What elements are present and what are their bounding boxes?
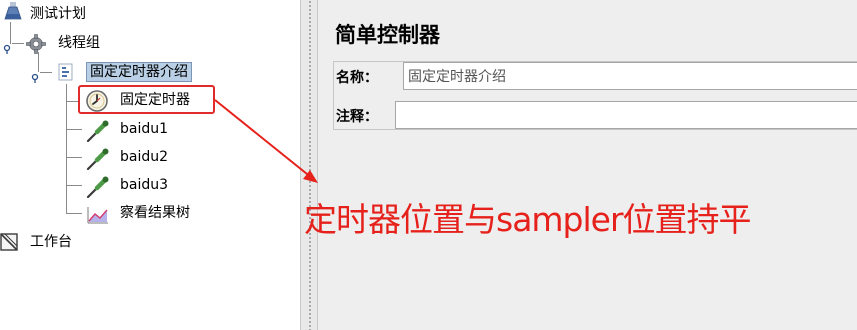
test-plan-tree[interactable]: 测试计划 线程组 固定定时器介绍 固定定时器 baidu1 baidu2 bai… [0, 0, 300, 330]
tree-node-sampler[interactable]: baidu2 [0, 146, 200, 171]
controller-config-panel: 简单控制器 名称： 注释： [318, 0, 857, 330]
timer-highlight-box [78, 85, 215, 114]
comment-label: 注释： [336, 109, 378, 125]
name-input[interactable] [403, 62, 857, 90]
tree-label-sampler1: baidu1 [120, 121, 169, 137]
tree-line [12, 43, 24, 44]
tree-line [40, 72, 52, 73]
comment-row: 注释： [333, 101, 857, 129]
comment-input[interactable] [395, 101, 857, 129]
tree-label-controller: 固定定时器介绍 [86, 62, 192, 82]
tree-node-test-plan[interactable]: 测试计划 [0, 2, 200, 25]
tree-label-thread-group: 线程组 [58, 35, 100, 51]
expand-toggle-icon[interactable] [3, 39, 12, 54]
tree-node-listener[interactable]: 察看结果树 [0, 202, 220, 224]
splitter-grip[interactable] [308, 0, 312, 330]
tree-label-sampler3: baidu3 [120, 177, 169, 193]
tree-node-workbench[interactable]: 工作台 [0, 231, 200, 253]
tree-label-test-plan: 测试计划 [30, 6, 86, 22]
tree-node-sampler[interactable]: baidu3 [0, 174, 200, 199]
pipette-icon [86, 120, 109, 143]
name-row: 名称： [333, 62, 857, 90]
panel-title: 简单控制器 [335, 22, 440, 47]
chart-icon [86, 205, 108, 224]
annotation-text: 定时器位置与sampler位置持平 [304, 200, 752, 239]
pipette-icon [86, 148, 109, 171]
tree-label-sampler2: baidu2 [120, 149, 169, 165]
pipette-icon [86, 176, 109, 199]
tree-label-listener: 察看结果树 [120, 205, 190, 221]
tree-node-thread-group[interactable]: 线程组 [0, 32, 200, 54]
workbench-icon [0, 233, 18, 251]
tree-node-sampler[interactable]: baidu1 [0, 118, 200, 143]
tree-label-workbench: 工作台 [30, 234, 72, 250]
flask-icon [4, 2, 22, 20]
name-label: 名称： [336, 70, 378, 86]
expand-toggle-icon[interactable] [31, 68, 40, 83]
gear-icon [26, 34, 46, 54]
tree-node-controller[interactable]: 固定定时器介绍 [0, 61, 240, 83]
controller-icon [58, 63, 76, 81]
pane-splitter[interactable] [300, 0, 318, 330]
